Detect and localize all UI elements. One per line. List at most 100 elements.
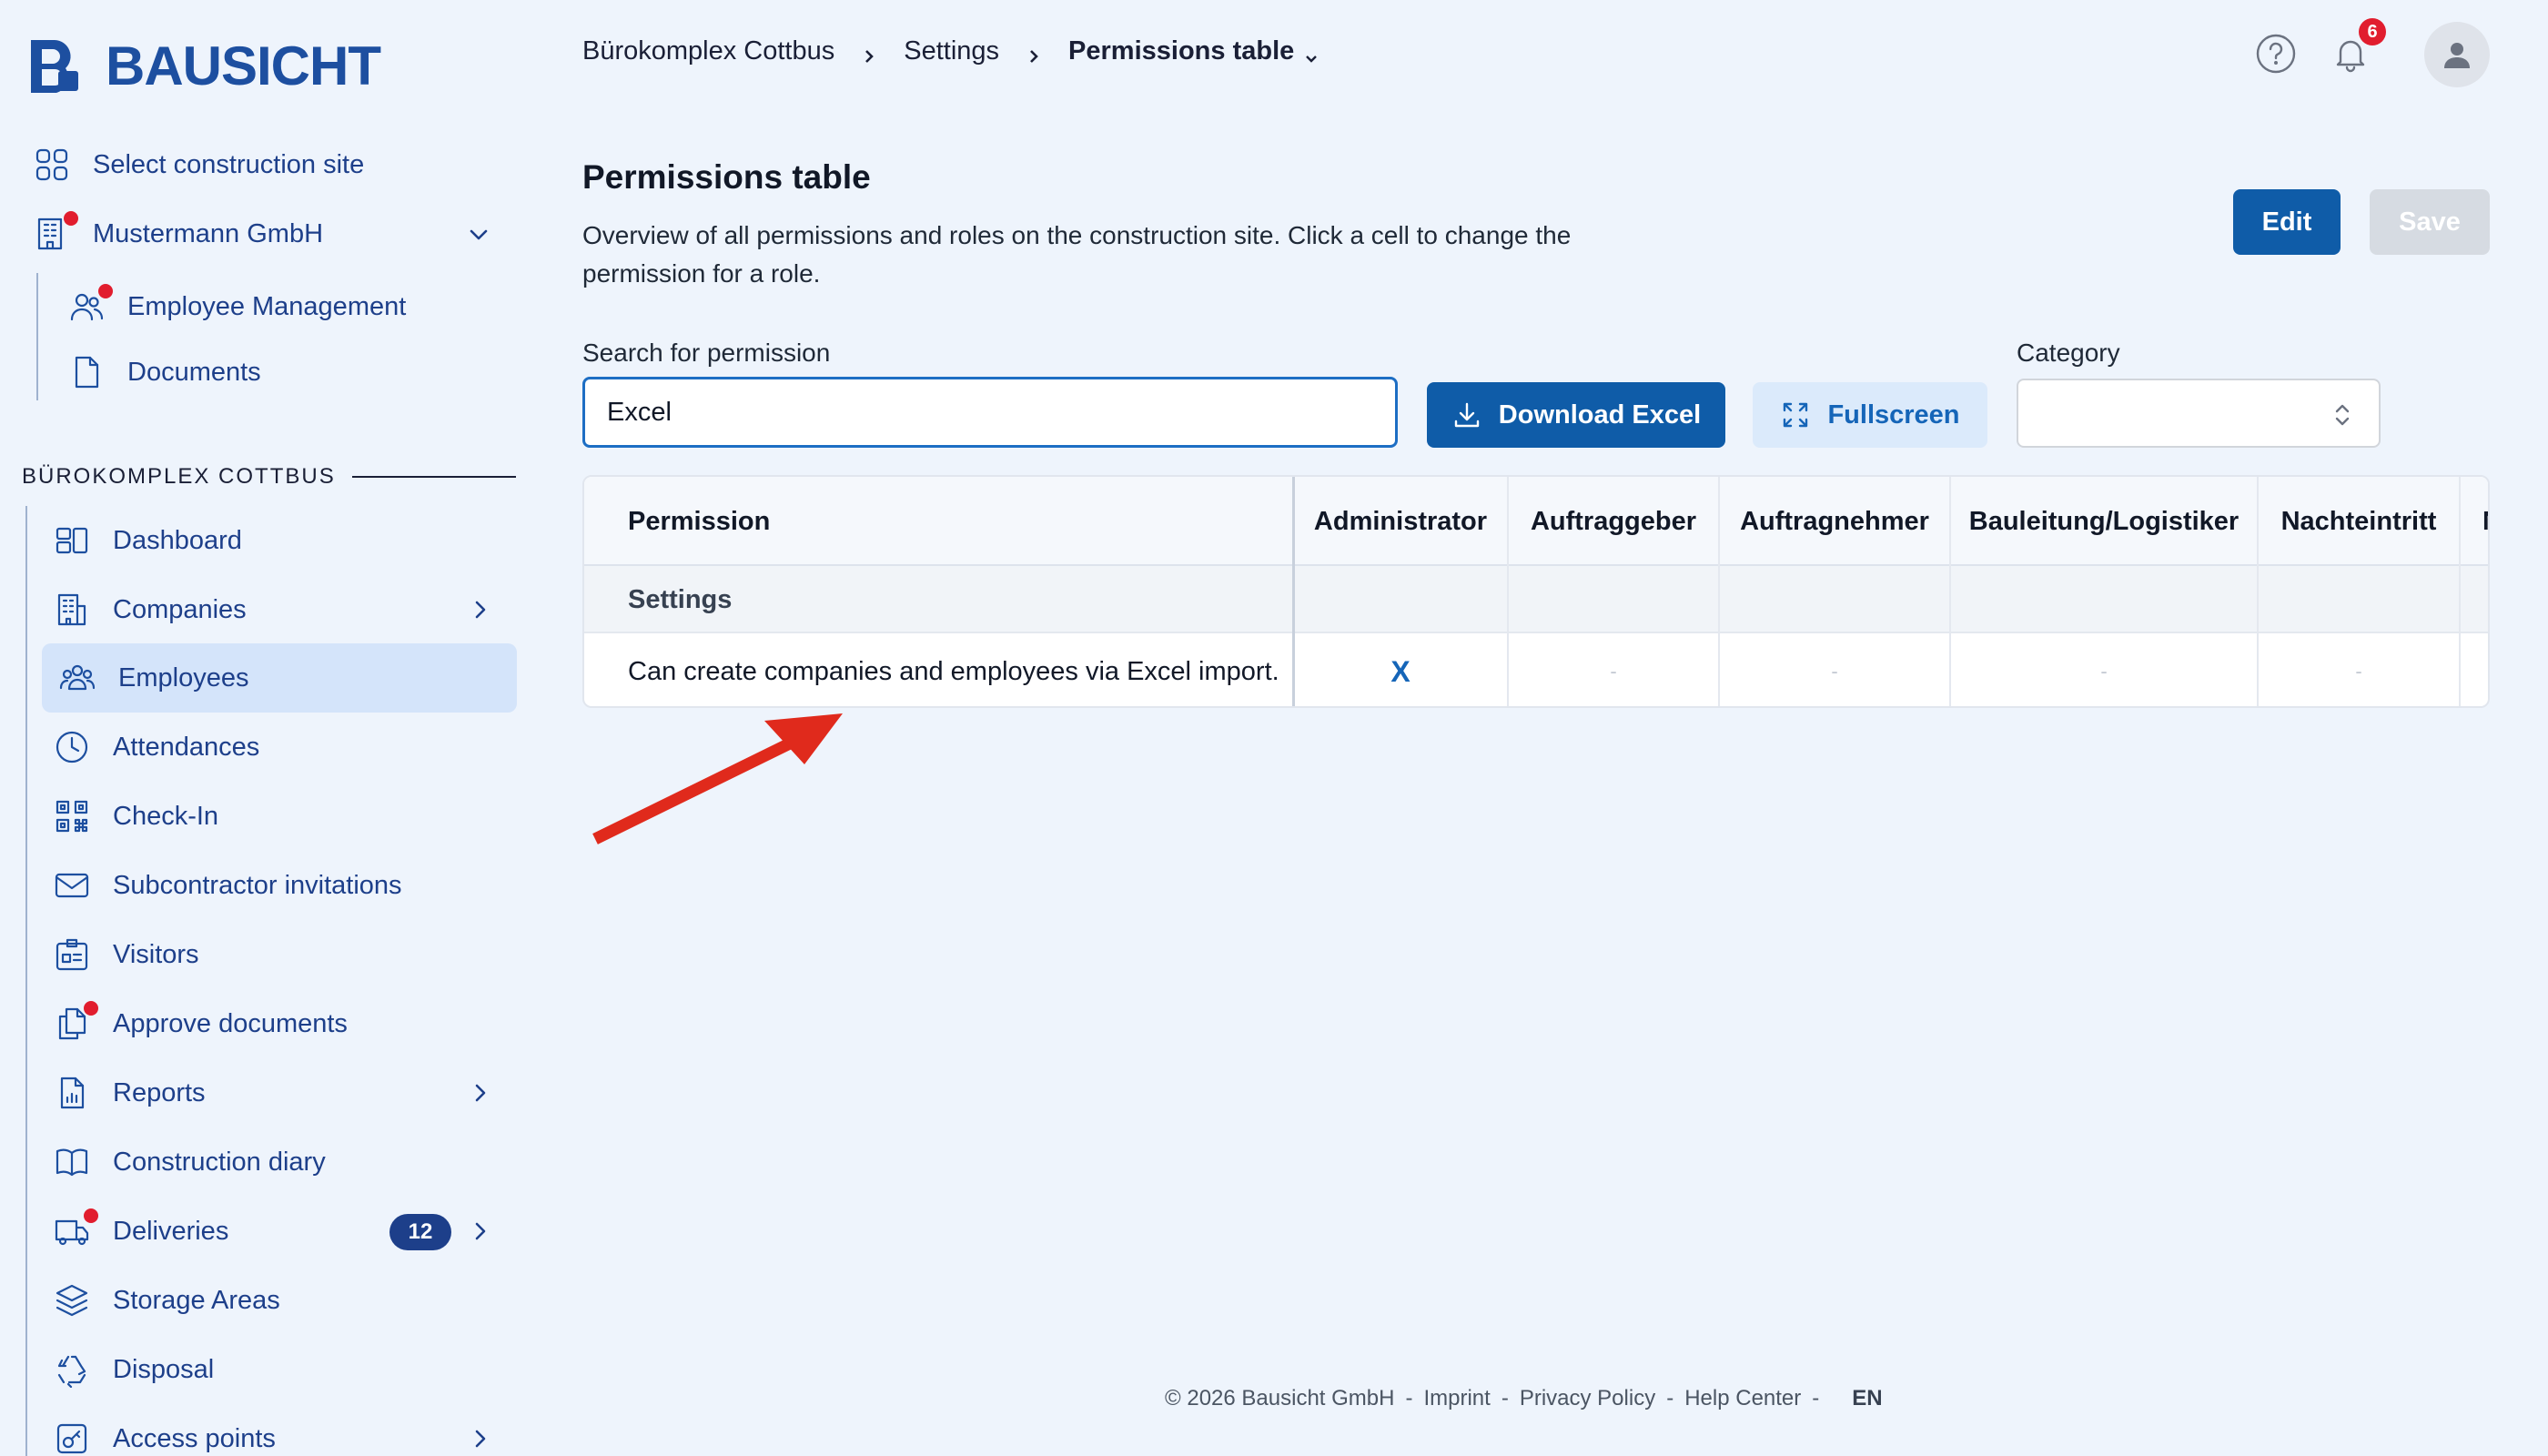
sidebar-item-approve-documents[interactable]: Approve documents (51, 1001, 348, 1045)
notification-dot (84, 1001, 98, 1016)
tree-line (25, 506, 27, 1456)
sidebar-item-construction-diary[interactable]: Construction diary (51, 1141, 326, 1183)
notification-badge: 6 (2359, 18, 2386, 46)
category-select[interactable] (2017, 379, 2381, 448)
avatar[interactable] (2424, 22, 2490, 87)
recycle-icon (51, 1349, 93, 1390)
breadcrumb: Bürokomplex Cottbus Settings Permissions… (582, 36, 1320, 66)
logo-icon (31, 39, 78, 93)
sidebar-item-label: Approve documents (113, 1008, 348, 1038)
permission-cell-bauleitung[interactable]: - (1951, 633, 2257, 706)
breadcrumb-site[interactable]: Bürokomplex Cottbus (582, 36, 834, 66)
truck-icon (51, 1208, 98, 1252)
brand-name: BAUSICHT (106, 35, 381, 96)
download-icon (1454, 402, 1479, 428)
logo[interactable]: BAUSICHT (27, 35, 381, 97)
notification-dot (98, 284, 113, 298)
grid-icon (31, 144, 73, 186)
table-section-row (584, 566, 2488, 633)
section-title: BÜROKOMPLEX COTTBUS (22, 464, 516, 490)
permission-name: Can create companies and employees via E… (628, 656, 1279, 686)
edit-button[interactable]: Edit (2233, 189, 2341, 255)
company-label: Mustermann GmbH (93, 218, 324, 248)
language-switch[interactable]: EN (1852, 1386, 1882, 1411)
separator: - (1812, 1386, 1820, 1410)
sidebar-item-label: Disposal (113, 1354, 215, 1384)
sidebar-item-label: Dashboard (113, 525, 242, 555)
sidebar-item-attendances[interactable]: Attendances (51, 726, 259, 768)
office-building-icon (31, 211, 78, 255)
help-icon[interactable] (2255, 33, 2297, 79)
column-header-auftragnehmer[interactable]: Auftragnehmer (1720, 477, 1949, 566)
mail-icon (51, 864, 93, 906)
column-header-permission[interactable]: Permission (628, 477, 770, 566)
chevron-right-icon[interactable] (468, 1426, 493, 1451)
sidebar-item-storage-areas[interactable]: Storage Areas (51, 1279, 280, 1321)
permission-cell-administrator[interactable]: X (1294, 633, 1507, 706)
sidebar-item-visitors[interactable]: Visitors (51, 934, 199, 976)
sidebar-item-reports[interactable]: Reports (51, 1072, 206, 1114)
column-header-bauleitung[interactable]: Bauleitung/Logistiker (1951, 477, 2257, 566)
qr-code-icon (51, 795, 93, 837)
select-site-link[interactable]: Select construction site (31, 144, 364, 186)
divider (351, 476, 516, 478)
breadcrumb-current[interactable]: Permissions table (1068, 36, 1294, 66)
breadcrumb-settings[interactable]: Settings (904, 36, 999, 66)
chevron-right-icon[interactable] (468, 1080, 493, 1106)
sidebar-item-label: Employees (118, 662, 249, 693)
count-badge: 12 (389, 1214, 451, 1250)
sidebar-item-subcontractor-invitations[interactable]: Subcontractor invitations (51, 864, 402, 906)
column-header-auftraggeber[interactable]: Auftraggeber (1509, 477, 1718, 566)
documents-icon (51, 1001, 98, 1045)
permissions-table: Permission Administrator Auftraggeber Au… (582, 475, 2490, 708)
sidebar-item-deliveries[interactable]: Deliveries (51, 1208, 229, 1252)
sidebar-item-label: Deliveries (113, 1216, 229, 1246)
permission-cell-nachteintritt[interactable]: - (2259, 633, 2459, 706)
download-excel-button[interactable]: Download Excel (1427, 382, 1725, 448)
sidebar-item-label: Check-In (113, 801, 219, 831)
sidebar-item-employees[interactable]: Employees (56, 657, 248, 699)
help-center-link[interactable]: Help Center (1684, 1386, 1801, 1411)
imprint-link[interactable]: Imprint (1423, 1386, 1490, 1411)
company-selector[interactable]: Mustermann GmbH (31, 211, 324, 255)
sidebar-item-label: Documents (127, 357, 261, 387)
sidebar-item-disposal[interactable]: Disposal (51, 1349, 214, 1390)
permission-cell-auftraggeber[interactable]: - (1509, 633, 1718, 706)
sidebar-item-label: Visitors (113, 939, 199, 969)
privacy-link[interactable]: Privacy Policy (1520, 1386, 1655, 1411)
column-header-nachteintritt[interactable]: Nachteintritt (2259, 477, 2459, 566)
column-header-administrator[interactable]: Administrator (1294, 477, 1507, 566)
permission-cell-auftragnehmer[interactable]: - (1720, 633, 1949, 706)
notification-dot (84, 1208, 98, 1223)
users-icon (56, 657, 98, 699)
sidebar-item-documents[interactable]: Documents (66, 351, 261, 393)
save-button[interactable]: Save (2370, 189, 2490, 255)
sidebar-item-label: Employee Management (127, 291, 407, 321)
sidebar-item-employee-management[interactable]: Employee Management (66, 284, 407, 328)
tree-line (36, 273, 38, 400)
footer: © 2026 Bausicht GmbH - Imprint - Privacy… (1165, 1386, 1883, 1411)
section-title-text: BÜROKOMPLEX COTTBUS (22, 464, 336, 489)
chevron-down-icon[interactable] (466, 222, 491, 248)
sidebar-item-check-in[interactable]: Check-In (51, 795, 218, 837)
sidebar-item-dashboard[interactable]: Dashboard (51, 520, 242, 561)
search-label: Search for permission (582, 339, 831, 367)
sidebar-item-label: Reports (113, 1077, 206, 1107)
id-badge-icon (51, 934, 93, 976)
expand-icon (1784, 402, 1808, 428)
sidebar-item-label: Storage Areas (113, 1285, 280, 1315)
search-input[interactable] (582, 377, 1398, 448)
building-icon (51, 589, 93, 631)
chevron-down-icon[interactable] (1303, 44, 1320, 63)
notification-dot (64, 211, 78, 226)
sidebar-item-label: Companies (113, 594, 247, 624)
sidebar-item-access-points[interactable]: Access points (51, 1418, 276, 1456)
chevron-right-icon[interactable] (468, 1218, 493, 1244)
chevron-right-icon[interactable] (468, 597, 493, 622)
sidebar-item-companies[interactable]: Companies (51, 589, 247, 631)
user-icon (2444, 43, 2470, 68)
fullscreen-button[interactable]: Fullscreen (1753, 382, 1987, 448)
column-header-overflow[interactable]: N (2482, 477, 2488, 566)
layers-icon (51, 1279, 93, 1321)
copyright: © 2026 Bausicht GmbH (1165, 1386, 1395, 1410)
